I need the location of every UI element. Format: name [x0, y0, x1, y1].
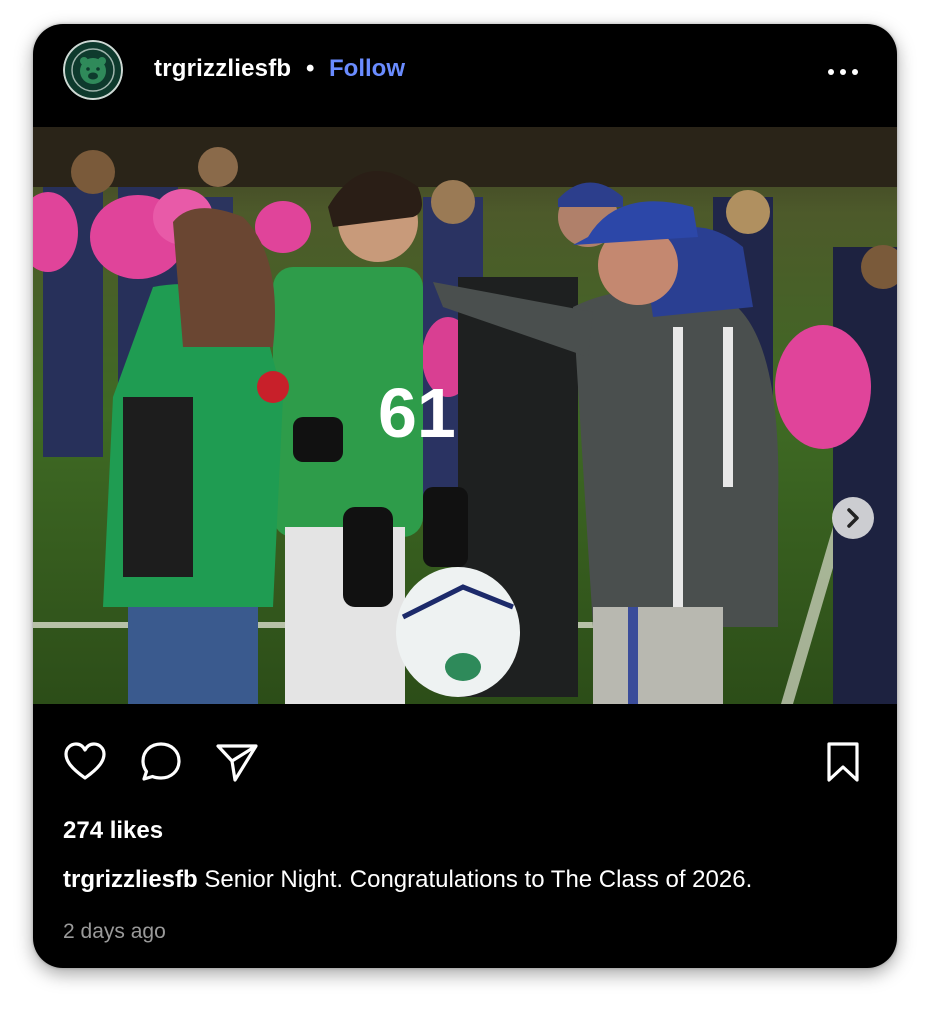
post-photo[interactable]: 61 — [33, 127, 897, 704]
post-header: trgrizzliesfb • Follow — [33, 24, 897, 127]
bookmark-icon[interactable] — [819, 738, 867, 786]
caption-username[interactable]: trgrizzliesfb — [63, 866, 198, 893]
post-actions — [33, 704, 897, 814]
senior-night-photo: 61 — [33, 127, 897, 704]
post-caption: trgrizzliesfb Senior Night. Congratulati… — [63, 866, 873, 894]
separator-dot: • — [306, 55, 315, 82]
post-timestamp[interactable]: 2 days ago — [63, 920, 166, 944]
send-paper-plane-icon[interactable] — [213, 738, 261, 786]
likes-count[interactable]: 274 likes — [63, 817, 163, 845]
carousel-next-button[interactable] — [832, 497, 874, 539]
more-horizontal-icon[interactable] — [825, 60, 861, 84]
svg-text:61: 61 — [378, 374, 456, 452]
heart-icon[interactable] — [61, 738, 109, 786]
grizzly-football-logo-icon — [63, 40, 123, 100]
chevron-right-icon — [847, 508, 859, 528]
instagram-post-card: trgrizzliesfb • Follow 61 274 likes trgr… — [33, 24, 897, 968]
comment-bubble-icon[interactable] — [137, 738, 185, 786]
post-username[interactable]: trgrizzliesfb — [154, 55, 291, 83]
follow-button[interactable]: Follow — [329, 55, 405, 83]
caption-text: Senior Night. Congratulations to The Cla… — [197, 866, 753, 893]
profile-avatar[interactable] — [63, 40, 123, 100]
